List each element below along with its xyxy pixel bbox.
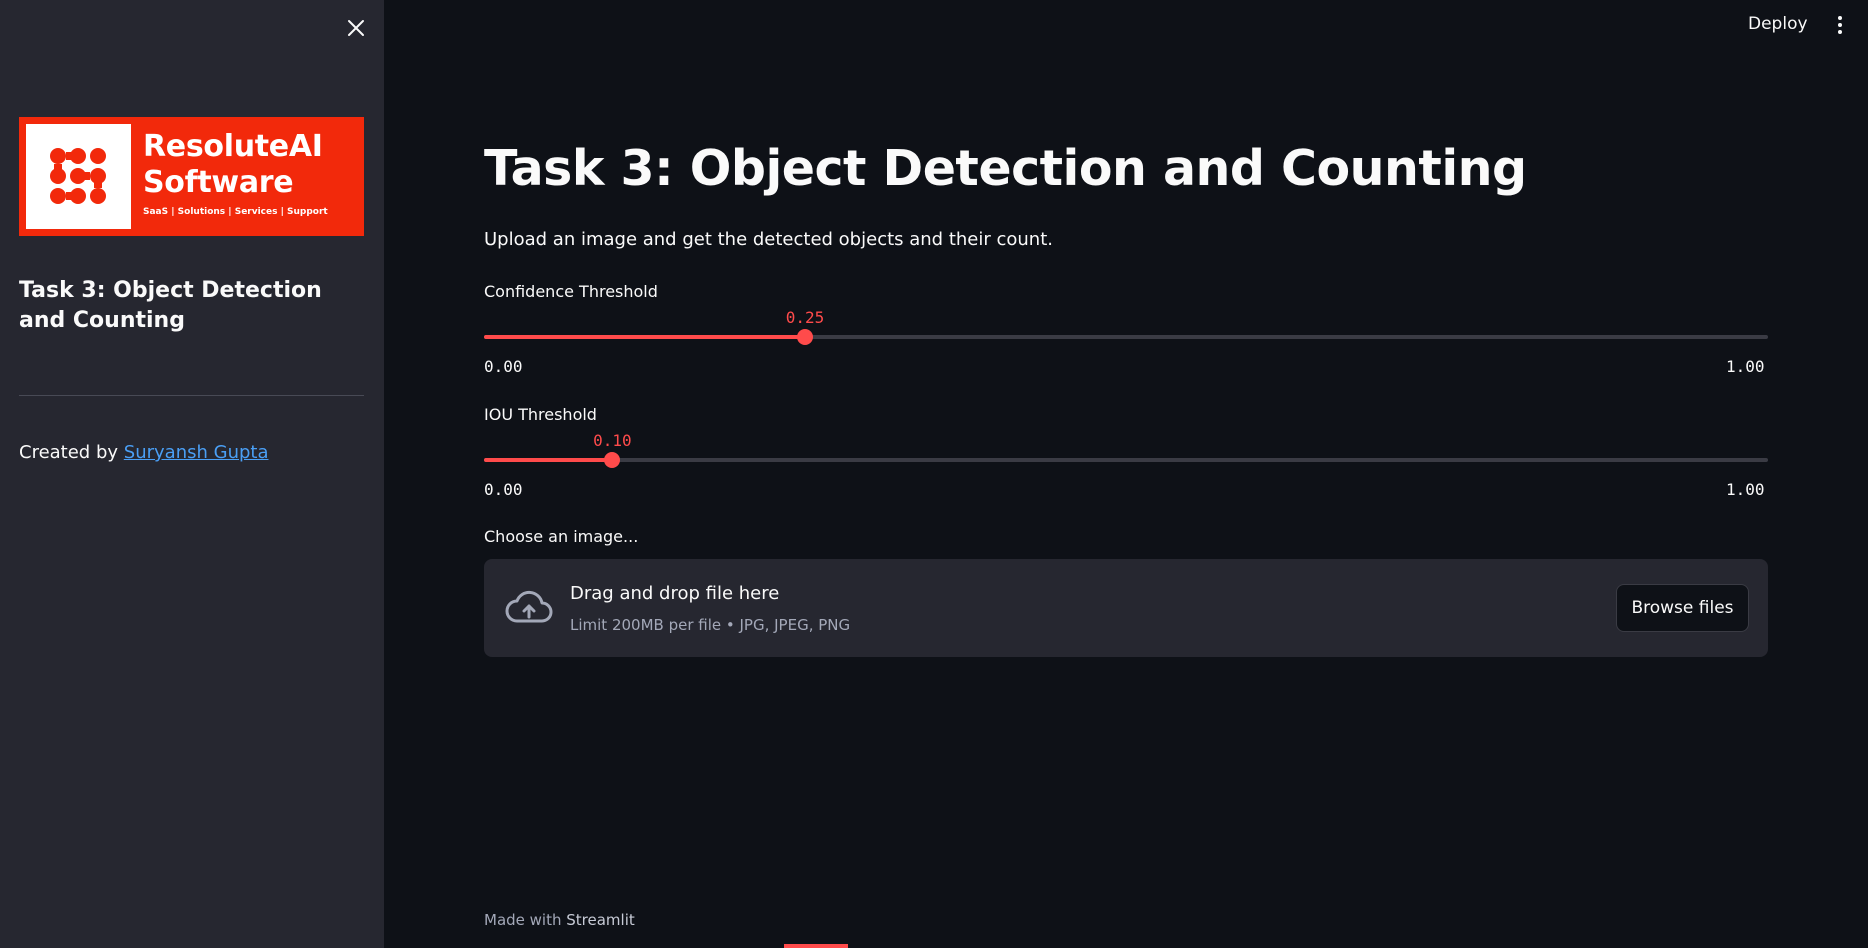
confidence-slider-label: Confidence Threshold [484,282,658,301]
iou-slider-min: 0.00 [484,480,523,499]
kebab-menu-icon[interactable] [1830,12,1850,38]
close-sidebar-button[interactable] [340,12,372,44]
browse-files-button[interactable]: Browse files [1616,584,1749,632]
iou-slider-thumb[interactable] [604,452,621,468]
iou-slider-fill [484,458,613,462]
iou-slider-value: 0.10 [593,431,632,450]
confidence-slider-fill [484,335,805,339]
iou-slider-track[interactable] [484,452,1768,468]
deploy-button[interactable]: Deploy [1748,12,1808,36]
file-limit-text: Limit 200MB per file • JPG, JPEG, PNG [570,616,851,634]
logo-name-line2: Software [143,165,294,200]
logo-tagline: SaaS | Solutions | Services | Support [143,207,328,217]
confidence-slider-max: 1.00 [1726,357,1765,376]
file-dropzone[interactable]: Drag and drop file here Limit 200MB per … [484,559,1768,657]
author-credit: Created by Suryansh Gupta [19,442,268,463]
sidebar-divider [19,395,364,396]
logo-name-line1: ResoluteAI [143,129,323,164]
credit-prefix: Created by [19,442,119,463]
confidence-slider-value: 0.25 [785,308,825,327]
uploader-label: Choose an image... [484,527,639,546]
confidence-slider-min: 0.00 [484,357,523,376]
sidebar: ResoluteAI Software SaaS | Solutions | S… [0,0,384,948]
iou-slider-max: 1.00 [1726,480,1765,499]
cloud-upload-icon [505,590,553,623]
drop-title: Drag and drop file here [570,583,780,604]
footer-made-with: Made with [484,911,562,929]
sidebar-title: Task 3: Object Detection and Counting [19,278,322,333]
logo-mark-icon [26,124,131,229]
confidence-slider-track[interactable] [484,329,1768,345]
close-icon [348,20,364,36]
streamlit-link[interactable]: Streamlit [566,911,635,929]
page-subtitle: Upload an image and get the detected obj… [484,229,1053,250]
page-title: Task 3: Object Detection and Counting [484,140,1527,197]
author-link[interactable]: Suryansh Gupta [124,442,269,463]
iou-slider-label: IOU Threshold [484,405,597,424]
logo-name: ResoluteAI Software [143,129,323,201]
footer: Made with Streamlit [484,911,635,929]
resoluteai-logo: ResoluteAI Software SaaS | Solutions | S… [19,117,364,236]
confidence-slider-thumb[interactable] [797,329,813,345]
status-indicator [784,944,848,948]
